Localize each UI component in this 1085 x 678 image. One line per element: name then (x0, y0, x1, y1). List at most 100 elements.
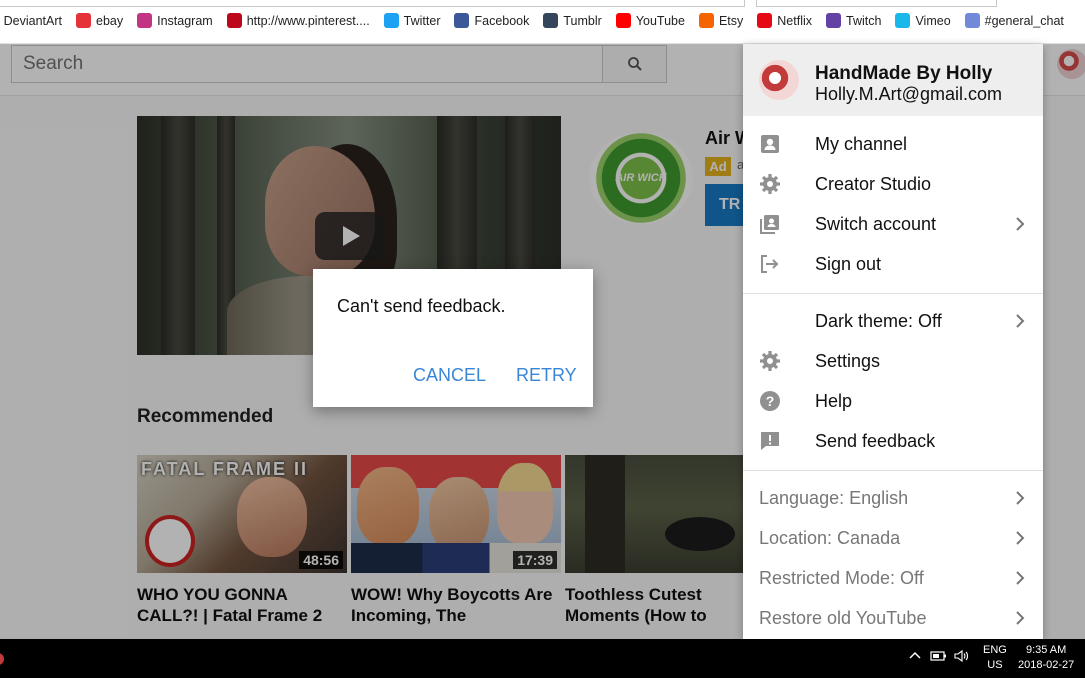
account-menu: HandMade By Holly Holly.M.Art@gmail.com … (743, 44, 1043, 639)
bookmark-item[interactable]: Facebook (454, 13, 529, 28)
menu-item-label: Send feedback (815, 431, 936, 451)
bookmark-label: #general_chat (984, 13, 1064, 28)
ebay-icon (76, 13, 91, 28)
menu-item-help[interactable]: ? Help (743, 381, 1043, 421)
account-menu-header: HandMade By Holly Holly.M.Art@gmail.com (743, 44, 1043, 116)
pinterest-icon (226, 13, 242, 28)
menu-item-label: Settings (815, 351, 881, 371)
gear-icon (759, 173, 781, 195)
language-indicator[interactable]: ENG US (983, 643, 1007, 673)
bookmark-item[interactable]: Etsy (698, 13, 744, 28)
twitch-icon (826, 13, 841, 28)
menu-item-label: Restricted Mode: Off (759, 568, 924, 588)
chevron-right-icon (1016, 531, 1025, 545)
menu-item-restricted-mode[interactable]: Restricted Mode: Off (743, 558, 1043, 598)
dialog-message: Can't send feedback. (337, 296, 506, 316)
facebook-icon (454, 13, 470, 28)
volume-icon[interactable] (953, 649, 971, 663)
system-tray (908, 649, 971, 663)
bookmark-label: Tumblr (563, 13, 602, 28)
language-code: ENG (983, 644, 1007, 656)
taskbar-app-icon[interactable] (0, 653, 4, 665)
bookmark-item[interactable]: http://www.pinterest.... (226, 13, 370, 28)
feedback-error-dialog: Can't send feedback. CANCEL RETRY (313, 269, 593, 407)
bookmarks-bar: - DeviantArt ebay Instagram http://www.pint… (0, 0, 1085, 44)
bookmark-label: Netflix (777, 13, 812, 28)
clock-date: 2018-02-27 (1018, 659, 1075, 671)
bookmark-label: Vimeo (915, 13, 951, 28)
bookmark-label: Twitter (403, 13, 441, 28)
account-email: Holly.M.Art@gmail.com (815, 84, 1002, 104)
sign-out-icon (759, 253, 781, 275)
bookmark-item[interactable]: Vimeo (895, 13, 951, 28)
menu-item-dark-theme[interactable]: Dark theme: Off (743, 301, 1043, 341)
bookmark-item[interactable]: Instagram (137, 13, 213, 28)
chevron-right-icon (1016, 571, 1025, 585)
feedback-icon (759, 430, 781, 452)
chevron-right-icon (1016, 611, 1025, 625)
menu-divider (743, 293, 1043, 294)
menu-item-sign-out[interactable]: Sign out (743, 244, 1043, 284)
menu-item-my-channel[interactable]: My channel (743, 124, 1043, 164)
menu-item-label: Language: English (759, 488, 909, 508)
menu-item-label: Switch account (815, 214, 937, 234)
menu-item-location[interactable]: Location: Canada (743, 518, 1043, 558)
retry-button[interactable]: RETRY (516, 365, 577, 386)
menu-item-switch-account[interactable]: Switch account (743, 204, 1043, 244)
switch-account-icon (759, 213, 781, 235)
bookmark-item[interactable]: Netflix (757, 13, 812, 28)
clock-time: 9:35 AM (1025, 644, 1067, 656)
account-name: HandMade By Holly (815, 63, 993, 84)
menu-item-settings[interactable]: Settings (743, 341, 1043, 381)
menu-item-label: Help (815, 391, 853, 411)
bookmark-label: YouTube (635, 13, 685, 28)
region-code: US (987, 659, 1003, 671)
tab-strip-edge (756, 0, 997, 7)
menu-item-send-feedback[interactable]: Send feedback (743, 421, 1043, 461)
menu-item-creator-studio[interactable]: Creator Studio (743, 164, 1043, 204)
person-icon (759, 133, 781, 155)
bookmark-label: Facebook (474, 13, 530, 28)
menu-item-label: Creator Studio (815, 174, 932, 194)
chevron-right-icon (1016, 217, 1025, 231)
twitter-icon (383, 13, 399, 28)
bookmarks-row: - DeviantArt ebay Instagram http://www.pint… (0, 13, 1078, 28)
bookmark-item[interactable]: Twitter (383, 13, 441, 28)
battery-icon[interactable] (930, 649, 948, 663)
tumblr-icon (543, 13, 559, 28)
menu-item-label: Sign out (815, 254, 882, 274)
menu-item-label: My channel (815, 134, 908, 154)
menu-item-restore-old-youtube[interactable]: Restore old YouTube (743, 598, 1043, 638)
tab-strip-edge (0, 0, 745, 7)
menu-divider (743, 470, 1043, 471)
chevron-right-icon (1016, 491, 1025, 505)
svg-text:?: ? (766, 393, 775, 409)
bookmark-item[interactable]: #general_chat (964, 13, 1064, 28)
etsy-icon (698, 13, 714, 28)
avatar (759, 60, 799, 100)
menu-item-label: Dark theme: Off (815, 311, 942, 331)
netflix-icon (757, 13, 773, 28)
help-icon: ? (759, 390, 781, 412)
moon-icon (759, 310, 781, 332)
cancel-button[interactable]: CANCEL (413, 365, 486, 386)
bookmark-label: ebay (96, 13, 124, 28)
clock[interactable]: 9:35 AM 2018-02-27 (1018, 643, 1074, 673)
bookmark-label: Twitch (846, 13, 882, 28)
bookmark-item[interactable]: Tumblr (543, 13, 602, 28)
youtube-icon (615, 13, 631, 28)
bookmark-item[interactable]: YouTube (615, 13, 685, 28)
chevron-right-icon (1016, 314, 1025, 328)
bookmark-item[interactable]: ebay (76, 13, 123, 28)
menu-item-label: Location: Canada (759, 528, 901, 548)
bookmark-label: Instagram (157, 13, 213, 28)
bookmark-item[interactable]: Twitch (826, 13, 881, 28)
chevron-up-icon[interactable] (908, 649, 922, 663)
bookmark-label: http://www.pinterest.... (246, 13, 370, 28)
taskbar: ENG US 9:35 AM 2018-02-27 (0, 639, 1085, 678)
bookmark-item[interactable]: - DeviantArt (0, 14, 62, 28)
bookmark-label: - DeviantArt (0, 13, 62, 28)
bookmark-label: Etsy (718, 13, 744, 28)
menu-item-language[interactable]: Language: English (743, 478, 1043, 518)
gear-icon (759, 350, 781, 372)
